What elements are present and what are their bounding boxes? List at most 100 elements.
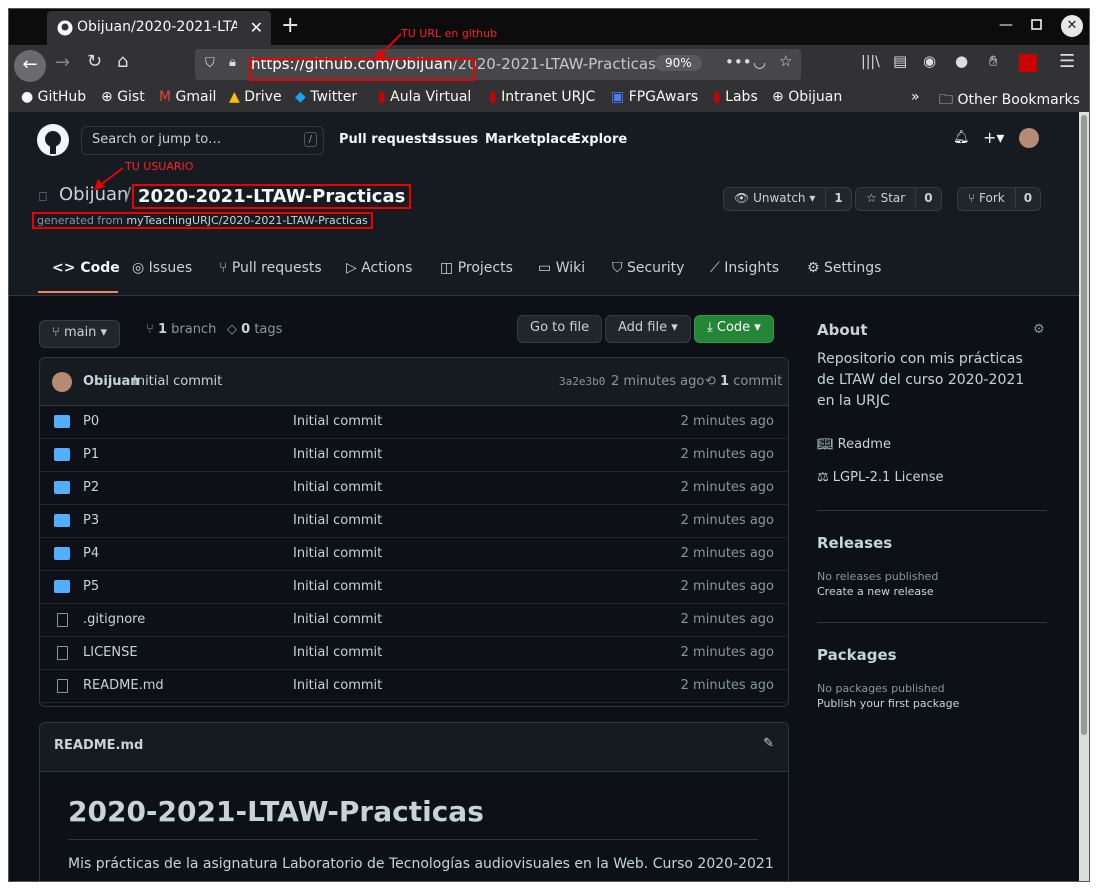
file-name[interactable]: P3 — [83, 513, 99, 528]
bookmark-twitter[interactable]: ◆ Twitter — [295, 89, 357, 105]
file-name[interactable]: LICENSE — [83, 645, 138, 660]
bookmark-github[interactable]: ●︎ GitHub — [21, 89, 86, 105]
about-settings-gear-icon[interactable]: ⚙ — [1033, 322, 1045, 337]
file-name[interactable]: P4 — [83, 546, 99, 561]
table-row[interactable]: LICENSE Initial commit 2 minutes ago — [40, 637, 788, 670]
gnome-extension-icon[interactable]: ✋︎ — [989, 52, 998, 70]
fork-button[interactable]: ⑂ Fork 0 — [957, 187, 1042, 211]
back-icon[interactable]: ← — [14, 50, 46, 82]
nav-issues[interactable]: Issues — [432, 132, 478, 147]
file-commit-message[interactable]: Initial commit — [293, 645, 382, 660]
table-row[interactable]: .gitignore Initial commit 2 minutes ago — [40, 604, 788, 637]
license-link[interactable]: ⚖ LGPL-2.1 License — [817, 470, 943, 485]
table-row[interactable]: P5 Initial commit 2 minutes ago — [40, 571, 788, 604]
zoom-level[interactable]: 90% — [655, 55, 702, 71]
library-icon[interactable]: |||\ — [861, 54, 880, 70]
new-tab-icon[interactable]: + — [281, 13, 299, 38]
bookmark-gist[interactable]: ⊕ Gist — [101, 89, 145, 105]
file-name[interactable]: P2 — [83, 480, 99, 495]
bookmark-gmail[interactable]: M Gmail — [159, 89, 216, 105]
file-commit-message[interactable]: Initial commit — [293, 579, 382, 594]
template-repo-link[interactable]: myTeachingURJC/2020-2021-LTAW-Practicas — [126, 214, 367, 227]
tab-issues[interactable]: ◎ Issues — [132, 260, 192, 276]
table-row[interactable]: P4 Initial commit 2 minutes ago — [40, 538, 788, 571]
close-tab-icon[interactable]: ✕ — [250, 18, 263, 37]
tags-link[interactable]: ◇ 0 tags — [227, 322, 282, 337]
publish-package-link[interactable]: Publish your first package — [817, 697, 959, 710]
reload-icon[interactable]: ↻ — [87, 51, 102, 72]
bookmark-labs[interactable]: ▮ Labs — [713, 89, 758, 105]
create-release-link[interactable]: Create a new release — [817, 585, 934, 598]
github-logo-icon[interactable] — [37, 124, 69, 156]
branches-link[interactable]: ⑂ 1 branch — [146, 322, 216, 337]
page-actions-icon[interactable]: ••• — [725, 53, 752, 71]
go-to-file-button[interactable]: Go to file — [517, 315, 603, 343]
table-row[interactable]: P1 Initial commit 2 minutes ago — [40, 439, 788, 472]
file-commit-message[interactable]: Initial commit — [293, 678, 382, 693]
table-row[interactable]: P0 Initial commit 2 minutes ago — [40, 406, 788, 439]
file-commit-message[interactable]: Initial commit — [293, 447, 382, 462]
bookmark-drive[interactable]: ▲ Drive — [229, 89, 282, 105]
branch-selector[interactable]: ⑂ main ▾ — [39, 320, 121, 348]
table-row[interactable]: P3 Initial commit 2 minutes ago — [40, 505, 788, 538]
addon-icon[interactable] — [1019, 54, 1037, 72]
bookmark-intranet-urjc[interactable]: ▮ Intranet URJC — [489, 89, 595, 105]
tab-actions[interactable]: ▷ Actions — [346, 260, 412, 276]
nav-pull-requests[interactable]: Pull requests — [339, 132, 436, 147]
user-avatar[interactable] — [1019, 128, 1039, 148]
file-commit-message[interactable]: Initial commit — [293, 414, 382, 429]
file-commit-message[interactable]: Initial commit — [293, 546, 382, 561]
notification-bell-icon[interactable]: 🔔︎ — [953, 130, 970, 145]
watch-button[interactable]: 👁︎ Unwatch ▾ 1 — [723, 187, 852, 211]
scrollbar-thumb[interactable] — [1081, 115, 1087, 735]
search-input[interactable]: Search or jump to… / — [81, 126, 324, 155]
pocket-icon[interactable]: ◡ — [753, 53, 766, 71]
table-row[interactable]: P2 Initial commit 2 minutes ago — [40, 472, 788, 505]
tab-security[interactable]: ⛉ Security — [612, 260, 684, 276]
commit-hash[interactable]: 3a2e3b0 — [559, 375, 605, 388]
shield-icon[interactable]: ⛉ — [205, 56, 215, 71]
maximize-icon[interactable] — [1031, 18, 1042, 34]
create-new-icon[interactable]: +▾ — [983, 128, 1004, 147]
bookmark-obijuan[interactable]: ⊕ Obijuan — [772, 89, 842, 105]
bookmark-star-icon[interactable]: ☆ — [779, 52, 792, 70]
code-download-button[interactable]: ⤓ Code ▾ — [694, 315, 774, 343]
tab-pull-requests[interactable]: ⑂ Pull requests — [219, 260, 322, 276]
browser-tab[interactable]: Obijuan/2020-2021-LTAW ✕ — [47, 11, 271, 45]
file-name[interactable]: P5 — [83, 579, 99, 594]
star-button[interactable]: ☆ Star 0 — [855, 187, 942, 211]
home-icon[interactable]: ⌂ — [117, 51, 128, 72]
commit-author[interactable]: Obijuan — [83, 374, 140, 389]
tab-code[interactable]: <> Code — [52, 260, 120, 276]
releases-title[interactable]: Releases — [817, 534, 892, 552]
more-bookmarks-icon[interactable]: » — [911, 89, 920, 105]
commit-message[interactable]: Initial commit — [133, 374, 222, 389]
add-file-button[interactable]: Add file ▾ — [605, 315, 691, 343]
file-commit-message[interactable]: Initial commit — [293, 612, 382, 627]
close-window-icon[interactable]: ✕ — [1061, 15, 1083, 37]
bookmark-fpgawars[interactable]: ▣ FPGAwars — [611, 89, 698, 105]
file-name[interactable]: P1 — [83, 447, 99, 462]
file-commit-message[interactable]: Initial commit — [293, 480, 382, 495]
readme-link[interactable]: 📖︎ Readme — [817, 437, 891, 452]
table-row[interactable]: README.md Initial commit 2 minutes ago — [40, 670, 788, 703]
menu-icon[interactable]: ☰ — [1059, 51, 1075, 72]
commit-author-avatar[interactable] — [52, 372, 72, 392]
account-icon[interactable]: ◉ — [923, 52, 936, 70]
minimize-icon[interactable]: — — [999, 17, 1013, 33]
tab-projects[interactable]: ◫ Projects — [440, 260, 513, 276]
scrollbar[interactable] — [1079, 112, 1089, 881]
nav-marketplace[interactable]: Marketplace — [485, 132, 576, 147]
sidebar-icon[interactable]: ▤ — [893, 52, 907, 70]
commit-history-link[interactable]: ⟲ 1 commit — [705, 374, 782, 389]
bookmark-aula-virtual[interactable]: ▮ Aula Virtual — [378, 89, 471, 105]
packages-title[interactable]: Packages — [817, 646, 897, 664]
repo-name[interactable]: 2020-2021-LTAW-Practicas — [132, 184, 412, 209]
file-name[interactable]: README.md — [83, 678, 164, 693]
forward-icon[interactable]: → — [55, 52, 70, 73]
tab-settings[interactable]: ⚙ Settings — [807, 260, 881, 276]
tab-wiki[interactable]: ▭ Wiki — [538, 260, 585, 276]
tab-insights[interactable]: ⟋ Insights — [710, 260, 779, 276]
file-commit-message[interactable]: Initial commit — [293, 513, 382, 528]
github-extension-icon[interactable]: ● — [955, 52, 968, 70]
